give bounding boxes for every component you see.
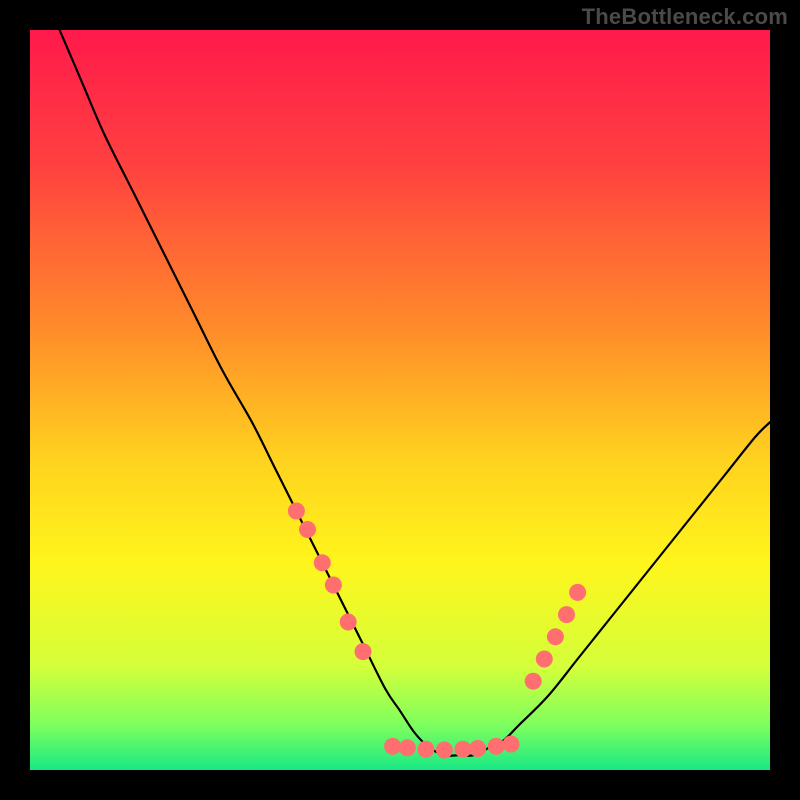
data-marker (417, 741, 434, 758)
data-marker (488, 738, 505, 755)
data-marker (355, 643, 372, 660)
data-marker (384, 738, 401, 755)
data-marker (536, 651, 553, 668)
gradient-background (30, 30, 770, 770)
chart-container: TheBottleneck.com (0, 0, 800, 800)
data-marker (558, 606, 575, 623)
data-marker (325, 577, 342, 594)
data-marker (503, 736, 520, 753)
data-marker (436, 742, 453, 759)
chart-svg (30, 30, 770, 770)
data-marker (340, 614, 357, 631)
data-marker (399, 739, 416, 756)
data-marker (569, 584, 586, 601)
data-marker (525, 673, 542, 690)
data-marker (547, 628, 564, 645)
data-marker (469, 740, 486, 757)
plot-area (30, 30, 770, 770)
data-marker (314, 554, 331, 571)
data-marker (288, 503, 305, 520)
watermark-text: TheBottleneck.com (582, 4, 788, 30)
data-marker (299, 521, 316, 538)
data-marker (454, 741, 471, 758)
